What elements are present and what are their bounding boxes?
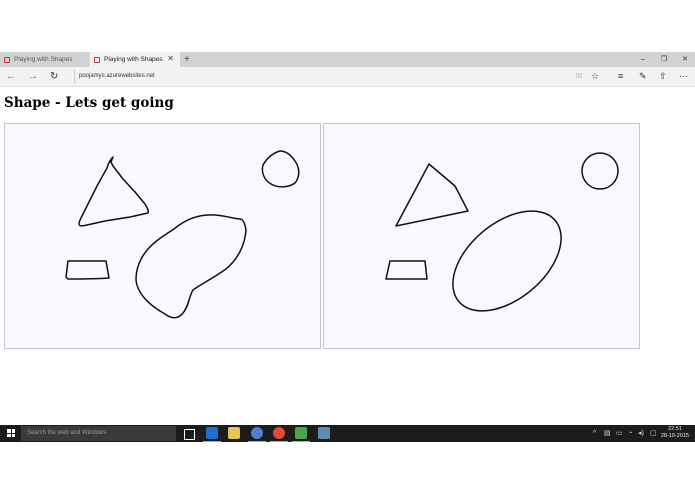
refresh-button[interactable]: ↻ (50, 69, 58, 84)
taskbar: Search the web and Windows ^ ▤ ▭ ◔ ◂) ▢ … (0, 425, 695, 442)
media-app-icon[interactable] (248, 427, 266, 442)
forward-button[interactable]: → (28, 69, 38, 84)
page-favicon-icon (4, 56, 10, 63)
close-tab-icon[interactable]: ✕ (167, 54, 174, 63)
freehand-triangle (78, 156, 149, 227)
tab-1[interactable]: Playing with Shapes (0, 52, 90, 67)
taskbar-clock[interactable]: 22:51 28-10-2015 (661, 426, 689, 440)
recognized-circle (581, 152, 619, 190)
address-bar-row: ← → ↻ poojamys.azurewebsites.net ▯▯ ☆ ≡ … (0, 67, 695, 87)
recognized-canvas[interactable] (323, 123, 640, 349)
favorite-star-icon[interactable]: ☆ (591, 69, 599, 84)
tab-2-label: Playing with Shapes (104, 56, 163, 63)
page-favicon-icon (94, 56, 100, 63)
freehand-trapezoid (65, 260, 110, 280)
hub-icon[interactable]: ≡ (618, 69, 623, 84)
show-hidden-icons-icon[interactable]: ^ (593, 426, 596, 441)
recognized-shapes (385, 152, 619, 312)
share-icon[interactable]: ⇧ (659, 69, 667, 84)
file-explorer-icon[interactable] (228, 427, 240, 439)
reading-view-icon[interactable]: ▯▯ (576, 69, 583, 84)
restore-button[interactable]: ❐ (654, 52, 674, 67)
chrome-icon[interactable] (270, 427, 288, 442)
windows-start-icon[interactable] (7, 429, 15, 437)
network-app-icon[interactable] (318, 427, 330, 439)
url-field[interactable]: poojamys.azurewebsites.net (74, 70, 155, 83)
tab-strip: Playing with Shapes Playing with Shapes … (0, 52, 695, 67)
freehand-blob (135, 214, 247, 319)
recognized-ellipse (452, 210, 562, 312)
network-icon[interactable]: ▤ (604, 426, 611, 441)
excel-icon[interactable] (292, 427, 310, 442)
tab-2[interactable]: Playing with Shapes ✕ (90, 52, 180, 67)
recognized-triangle (395, 163, 469, 227)
volume-icon[interactable]: ◂) (638, 426, 644, 441)
action-center-icon[interactable]: ▢ (650, 426, 657, 441)
new-tab-button[interactable]: + (184, 52, 190, 67)
close-window-button[interactable]: ✕ (675, 52, 695, 67)
back-button[interactable]: ← (6, 69, 16, 84)
page-title: Shape - Lets get going (4, 95, 174, 111)
clock-time: 22:51 (668, 426, 682, 432)
web-note-icon[interactable]: ✎ (639, 69, 647, 84)
battery-icon[interactable]: ▭ (616, 426, 623, 441)
edge-browser-icon[interactable] (203, 427, 221, 442)
tab-1-label: Playing with Shapes (14, 56, 73, 63)
taskbar-search-input[interactable]: Search the web and Windows (21, 426, 176, 441)
wifi-icon[interactable]: ◔ (628, 426, 632, 441)
minimize-button[interactable]: – (633, 52, 653, 67)
clock-date: 28-10-2015 (660, 433, 689, 439)
freehand-drawing (65, 150, 300, 319)
more-icon[interactable]: ··· (679, 69, 688, 84)
recognized-trapezoid (385, 260, 428, 280)
freehand-circle (261, 150, 300, 188)
task-view-icon[interactable] (184, 429, 195, 440)
drawing-canvas[interactable] (4, 123, 321, 349)
